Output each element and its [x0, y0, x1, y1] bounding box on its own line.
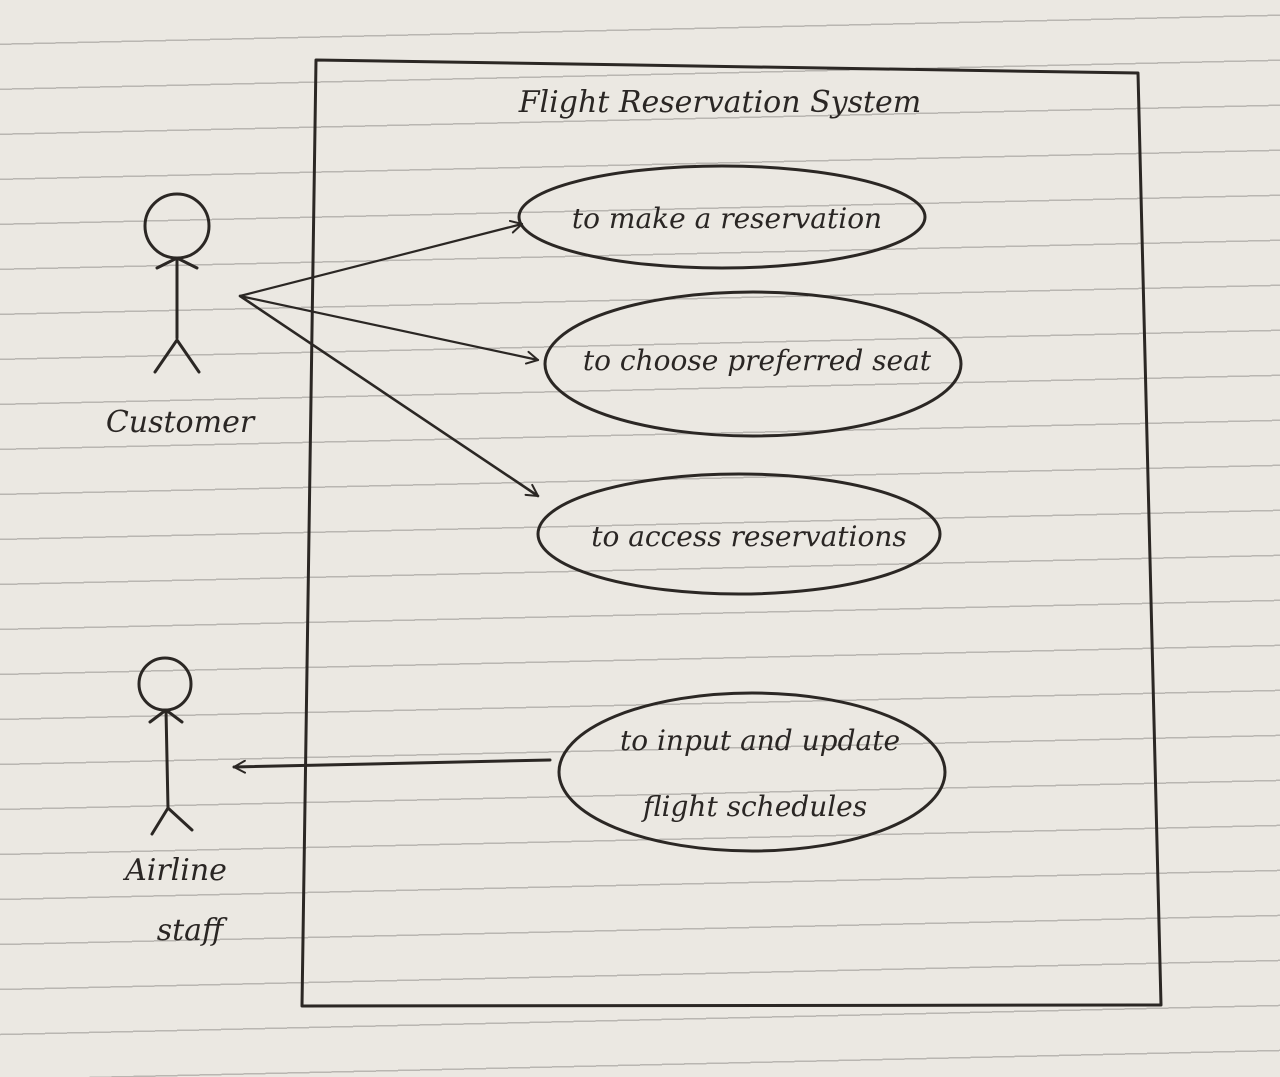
use-case-choose-seat: to choose preferred seat	[543, 290, 963, 438]
actor-label-airline: Airline	[122, 853, 227, 888]
actor-airline-staff: Airline staff	[122, 656, 228, 948]
notebook-page: Flight Reservation System Customer Airli…	[0, 0, 1280, 1077]
actor-head	[143, 192, 211, 260]
use-case-make-reservation: to make a reservation	[517, 164, 927, 270]
actor-head	[137, 656, 193, 712]
use-case-update-schedules: to input and update flight schedules	[557, 691, 947, 853]
actor-label-customer: Customer	[106, 405, 256, 440]
association-choose-seat	[238, 294, 540, 365]
use-case-diagram: Flight Reservation System Customer Airli…	[106, 58, 1163, 1008]
use-case-access-reservations: to access reservations	[536, 472, 942, 596]
system-title: Flight Reservation System	[518, 85, 922, 120]
use-case-ellipse	[557, 691, 947, 853]
association-make-reservation	[238, 219, 524, 298]
use-case-label-line-2: flight schedules	[641, 790, 867, 823]
actor-customer: Customer	[106, 192, 256, 440]
use-case-label-line-1: to input and update	[620, 724, 900, 757]
use-case-label: to make a reservation	[572, 202, 882, 235]
actor-label-staff: staff	[157, 913, 228, 948]
association-access-reservations	[238, 294, 540, 498]
actor-body	[153, 256, 201, 374]
actor-body	[148, 708, 194, 836]
use-case-label: to choose preferred seat	[583, 344, 932, 377]
association-update-schedules	[232, 758, 552, 774]
associations	[232, 219, 552, 774]
use-case-label: to access reservations	[591, 520, 907, 553]
